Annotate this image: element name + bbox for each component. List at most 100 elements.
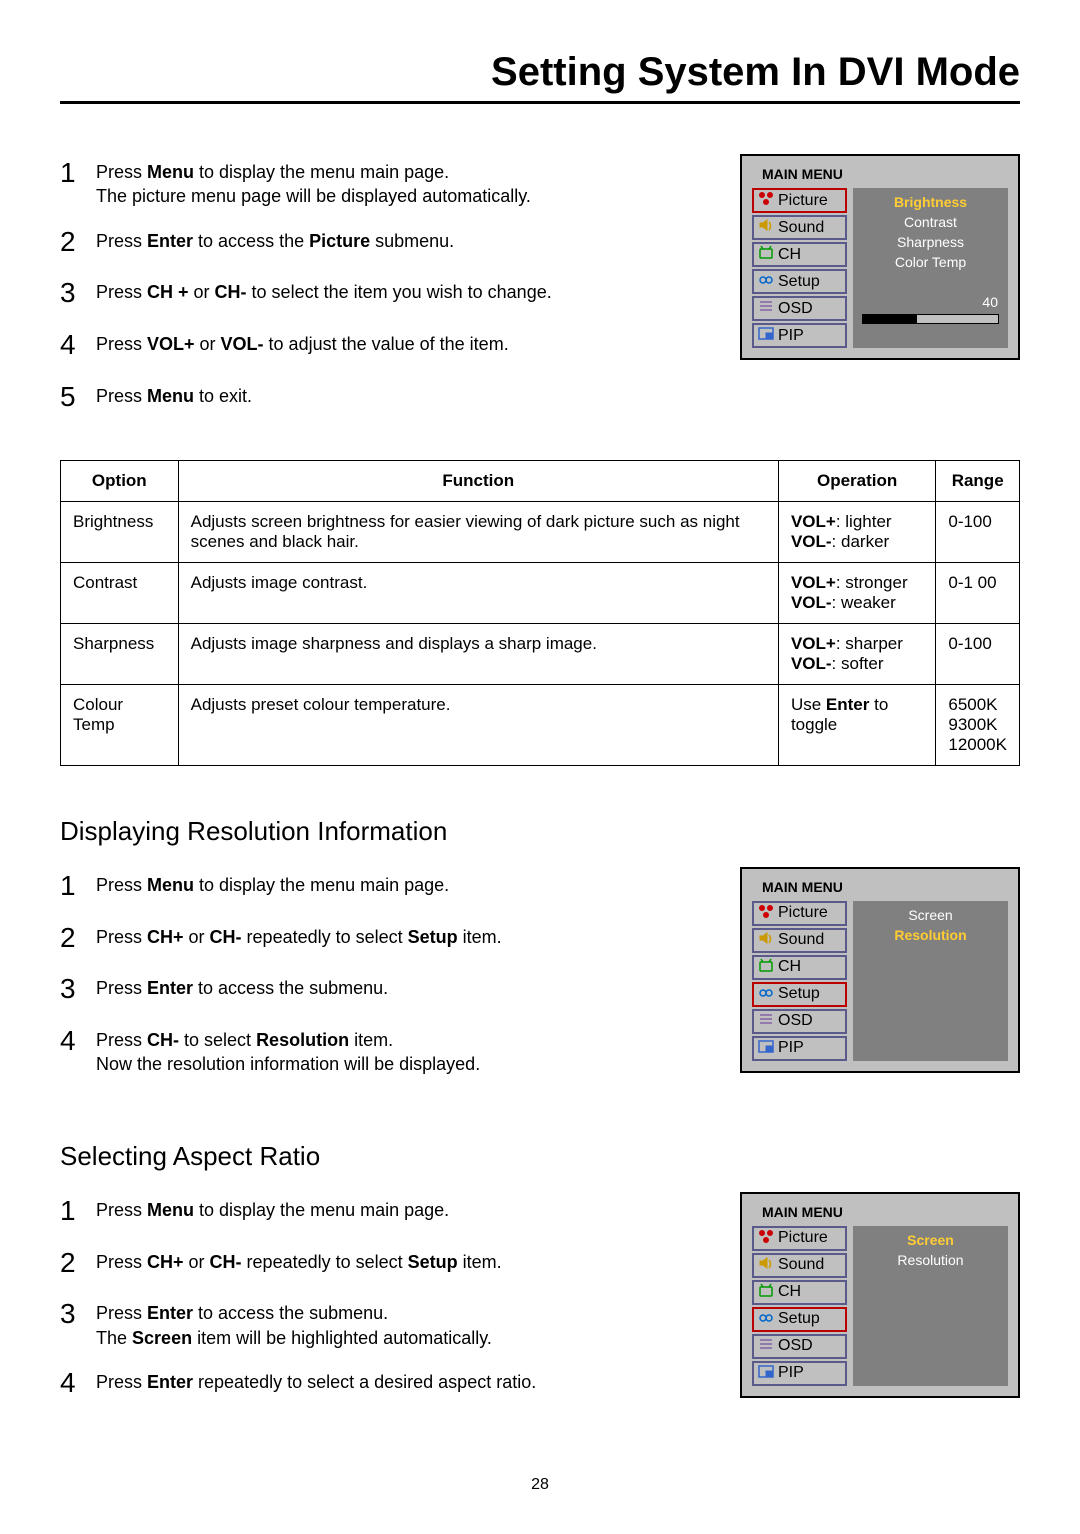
osd-left-menu: Picture Sound CH Setup OSD PIP	[752, 901, 847, 1061]
step: 2Press Enter to access the Picture subme…	[60, 223, 720, 261]
cell-operation: VOL+: strongerVOL-: weaker	[778, 562, 935, 623]
osd-item-label: PIP	[778, 1039, 804, 1057]
step-number: 3	[60, 274, 96, 312]
osd-item-label: Picture	[778, 192, 828, 210]
step-number: 2	[60, 223, 96, 261]
step-number: 2	[60, 919, 96, 957]
picture-icon	[758, 904, 774, 923]
setup-icon	[758, 272, 774, 291]
step-number: 5	[60, 378, 96, 416]
steps-list: 1Press Menu to display the menu main pag…	[60, 1192, 720, 1402]
step-text: Press CH- to select Resolution item.Now …	[96, 1022, 480, 1077]
ch-icon	[758, 958, 774, 977]
pip-icon	[758, 1364, 774, 1383]
table-header: Range	[936, 460, 1020, 501]
table-row: BrightnessAdjusts screen brightness for …	[61, 501, 1020, 562]
step: 1Press Menu to display the menu main pag…	[60, 154, 720, 209]
osd-title: MAIN MENU	[762, 1204, 1008, 1220]
osd-panel: MAIN MENU Picture Sound CH Setup OSD PIP Screen…	[740, 867, 1020, 1073]
step-text: Press Menu to display the menu main page…	[96, 867, 449, 897]
step: 4Press CH- to select Resolution item.Now…	[60, 1022, 720, 1077]
step-text: Press Menu to exit.	[96, 378, 252, 408]
osd-item-ch: CH	[752, 242, 847, 267]
step: 4Press VOL+ or VOL- to adjust the value …	[60, 326, 720, 364]
step-number: 3	[60, 1295, 96, 1333]
osd-item-picture: Picture	[752, 188, 847, 213]
table-row: ContrastAdjusts image contrast.VOL+: str…	[61, 562, 1020, 623]
pip-icon	[758, 326, 774, 345]
picture-icon	[758, 1229, 774, 1248]
cell-option: Sharpness	[61, 623, 179, 684]
osd-item-label: Setup	[778, 985, 820, 1003]
step: 3Press CH + or CH- to select the item yo…	[60, 274, 720, 312]
step: 5Press Menu to exit.	[60, 378, 720, 416]
osd-panel: MAIN MENUPictureSoundCHSetupOSDPIPScreen…	[740, 1192, 1020, 1398]
osd-item-sound: Sound	[752, 1253, 847, 1278]
cell-option: Contrast	[61, 562, 179, 623]
osd-item-label: Sound	[778, 931, 824, 949]
step-number: 4	[60, 1022, 96, 1060]
pip-icon	[758, 1039, 774, 1058]
osd-item-ch: CH	[752, 955, 847, 980]
step-text: Press Menu to display the menu main page…	[96, 1192, 449, 1222]
osd-sub-item: Brightness	[857, 194, 1004, 210]
cell-range: 0-100	[936, 501, 1020, 562]
osd-icon	[758, 1337, 774, 1356]
osd-left-menu: PictureSoundCHSetupOSDPIP	[752, 1226, 847, 1386]
osd-item-label: Sound	[778, 1256, 824, 1274]
osd-item-setup: Setup	[752, 269, 847, 294]
osd-submenu: Screen Resolution	[853, 901, 1008, 1061]
step-number: 1	[60, 1192, 96, 1230]
osd-item-label: Picture	[778, 1229, 828, 1247]
page-number: 28	[60, 1476, 1020, 1494]
osd-item-label: PIP	[778, 327, 804, 345]
ch-icon	[758, 1283, 774, 1302]
section: Selecting Aspect Ratio1Press Menu to dis…	[60, 1141, 1020, 1416]
step-text: Press Menu to display the menu main page…	[96, 154, 531, 209]
osd-sub-item: Screen	[857, 907, 1004, 923]
osd-icon	[758, 1012, 774, 1031]
osd-slider-value: 40	[857, 294, 1004, 310]
osd-item-ch: CH	[752, 1280, 847, 1305]
osd-item-label: PIP	[778, 1364, 804, 1382]
cell-operation: VOL+: sharperVOL-: softer	[778, 623, 935, 684]
sound-icon	[758, 1256, 774, 1275]
ch-icon	[758, 245, 774, 264]
step-number: 4	[60, 326, 96, 364]
step-text: Press Enter to access the submenu.	[96, 970, 388, 1000]
picture-icon	[758, 191, 774, 210]
osd-sub-item: Resolution	[857, 927, 1004, 943]
table-header: Function	[178, 460, 778, 501]
step-number: 2	[60, 1244, 96, 1282]
osd-title: MAIN MENU	[762, 879, 1008, 895]
cell-function: Adjusts preset colour temperature.	[178, 684, 778, 765]
table-row: Colour TempAdjusts preset colour tempera…	[61, 684, 1020, 765]
step: 1Press Menu to display the menu main pag…	[60, 1192, 720, 1230]
osd-sub-item: Color Temp	[857, 254, 1004, 270]
osd-item-osd: OSD	[752, 296, 847, 321]
sound-icon	[758, 931, 774, 950]
cell-operation: Use Enter to toggle	[778, 684, 935, 765]
cell-function: Adjusts image contrast.	[178, 562, 778, 623]
step: 4Press Enter repeatedly to select a desi…	[60, 1364, 720, 1402]
osd-item-picture: Picture	[752, 1226, 847, 1251]
osd-item-label: CH	[778, 246, 801, 264]
step-text: Press Enter repeatedly to select a desir…	[96, 1364, 536, 1394]
osd-item-label: CH	[778, 958, 801, 976]
step-number: 4	[60, 1364, 96, 1402]
step-text: Press Enter to access the Picture submen…	[96, 223, 454, 253]
table-row: SharpnessAdjusts image sharpness and dis…	[61, 623, 1020, 684]
step-text: Press CH+ or CH- repeatedly to select Se…	[96, 919, 502, 949]
cell-range: 0-100	[936, 623, 1020, 684]
cell-option: Colour Temp	[61, 684, 179, 765]
table-header: Option	[61, 460, 179, 501]
step: 3Press Enter to access the submenu.	[60, 970, 720, 1008]
osd-item-osd: OSD	[752, 1009, 847, 1034]
osd-item-label: CH	[778, 1283, 801, 1301]
step: 3Press Enter to access the submenu.The S…	[60, 1295, 720, 1350]
osd-item-picture: Picture	[752, 901, 847, 926]
step-number: 1	[60, 154, 96, 192]
step: 2Press CH+ or CH- repeatedly to select S…	[60, 1244, 720, 1282]
steps-list: 1Press Menu to display the menu main pag…	[60, 154, 720, 416]
sound-icon	[758, 218, 774, 237]
